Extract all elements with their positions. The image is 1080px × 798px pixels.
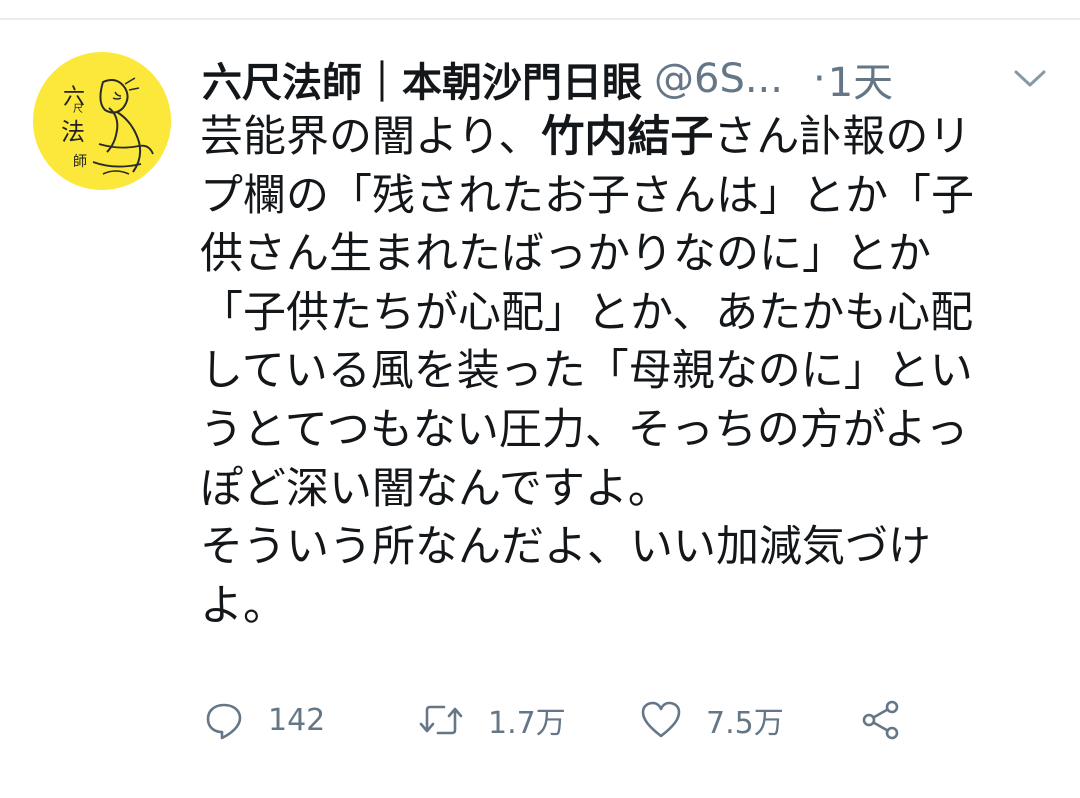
tweet-text-line: よ。 bbox=[200, 580, 286, 631]
user-handle[interactable]: @6S... bbox=[654, 56, 783, 102]
svg-text:師: 師 bbox=[73, 154, 87, 170]
highlighted-name: 竹内結子 bbox=[541, 112, 714, 162]
tweet-text-line: プ欄の「残されたお子さんは」とか「子 bbox=[200, 170, 974, 221]
tweet-text-line: 供さん生まれたばっかりなのに」とか bbox=[200, 229, 931, 280]
divider bbox=[0, 18, 1080, 20]
avatar-illustration: 六 尺 法 師 bbox=[33, 52, 171, 190]
tweet-text-line: うとてつもない圧力、そっちの方がよっ bbox=[200, 404, 969, 455]
tweet-text-line: ぽど深い闇なんですよ。 bbox=[200, 463, 671, 514]
share-icon bbox=[862, 700, 899, 740]
avatar[interactable]: 六 尺 法 師 bbox=[33, 52, 171, 190]
retweet-button[interactable]: 1.7万 bbox=[418, 690, 566, 750]
reply-button[interactable]: 142 bbox=[204, 690, 325, 750]
retweet-icon bbox=[419, 705, 463, 735]
share-button[interactable] bbox=[860, 690, 902, 750]
separator-dot: · bbox=[812, 56, 826, 102]
reply-count: 142 bbox=[268, 702, 326, 738]
tweet-actions: 142 1.7万 7.5万 bbox=[200, 690, 1060, 750]
svg-text:尺: 尺 bbox=[73, 103, 83, 115]
tweet-text-line: 「子供たちが心配」とか、あたかも心配 bbox=[200, 287, 974, 338]
reply-icon bbox=[206, 703, 242, 740]
tweet-header: 六尺法師｜本朝沙門日眼 @6S... · 1天 bbox=[202, 48, 1062, 110]
like-count: 7.5万 bbox=[706, 706, 784, 741]
tweet-text-line: 芸能界の闇より、竹内結子さん訃報のリ bbox=[200, 112, 972, 162]
chevron-down-icon[interactable] bbox=[1012, 66, 1048, 90]
retweet-count: 1.7万 bbox=[488, 706, 566, 741]
tweet-text-line: そういう所なんだよ、いい加減気づけ bbox=[200, 522, 931, 573]
tweet-text-line: している風を装った「母親なのに」とい bbox=[200, 346, 973, 397]
tweet-card[interactable]: 六 尺 法 師 六尺法師｜本朝沙門日眼 @6S... · 1天 芸能界の闇より、… bbox=[0, 0, 1080, 798]
svg-text:法: 法 bbox=[61, 118, 85, 146]
display-name[interactable]: 六尺法師｜本朝沙門日眼 bbox=[202, 50, 642, 108]
like-button[interactable]: 7.5万 bbox=[640, 690, 784, 750]
heart-icon bbox=[641, 701, 681, 738]
tweet-text: 芸能界の闇より、竹内結子さん訃報のリ プ欄の「残されたお子さんは」とか「子 供さ… bbox=[200, 108, 1060, 635]
tweet-timestamp[interactable]: 1天 bbox=[828, 50, 893, 108]
